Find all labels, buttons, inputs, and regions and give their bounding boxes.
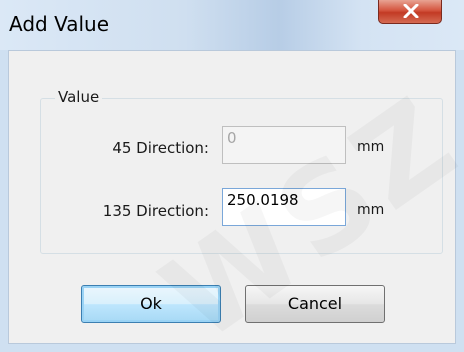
close-icon	[403, 4, 419, 18]
cancel-button[interactable]: Cancel	[245, 285, 385, 323]
title-bar[interactable]: Add Value	[0, 0, 464, 50]
direction-45-input[interactable]: 0	[222, 126, 346, 164]
direction-135-label: 135 Direction:	[102, 202, 209, 220]
direction-45-unit: mm	[357, 139, 385, 155]
ok-button[interactable]: Ok	[81, 285, 221, 323]
value-groupbox: Value 45 Direction: 0 mm 135 Direction: …	[40, 88, 443, 254]
direction-135-unit: mm	[357, 202, 385, 218]
direction-45-label: 45 Direction:	[112, 139, 209, 157]
window-title: Add Value	[9, 12, 109, 36]
direction-135-input[interactable]: 250.0198	[222, 188, 346, 226]
dialog-body: Value 45 Direction: 0 mm 135 Direction: …	[8, 50, 456, 344]
groupbox-label: Value	[55, 88, 103, 106]
close-button[interactable]	[378, 0, 442, 24]
add-value-dialog: Add Value Value 45 Direction: 0 mm 135 D…	[0, 0, 464, 352]
